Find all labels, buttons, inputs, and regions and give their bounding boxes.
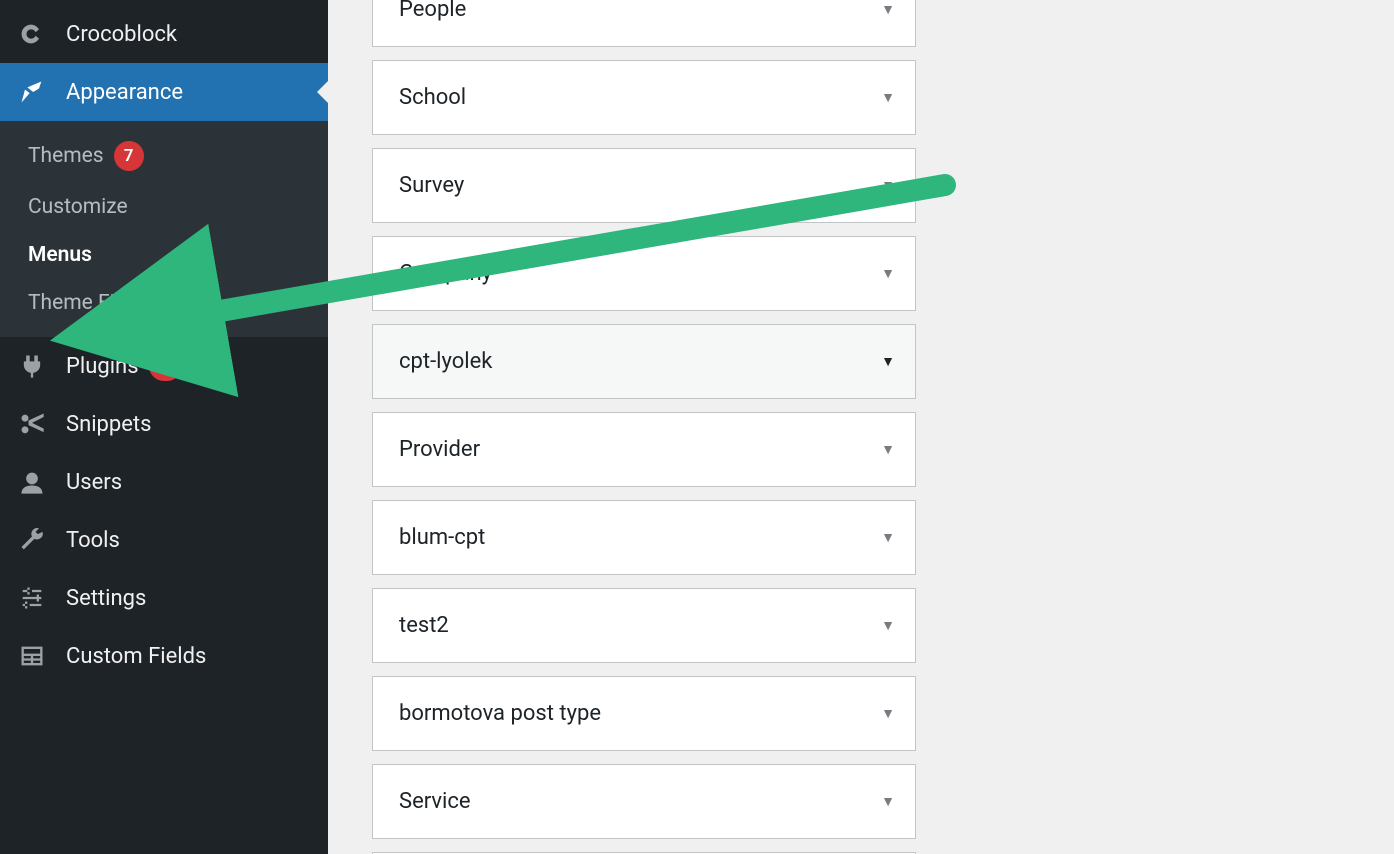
submenu-label-theme-file-editor: Theme File Editor <box>28 291 191 315</box>
metabox-label: Provider <box>399 437 480 462</box>
sidebar-label-tools: Tools <box>66 528 120 553</box>
submenu-label-menus: Menus <box>28 243 92 267</box>
metabox-label: cpt-lyolek <box>399 349 492 374</box>
submenu-item-themes[interactable]: Themes 7 <box>0 129 328 183</box>
metabox-label: People <box>399 0 466 22</box>
users-icon <box>18 467 54 497</box>
metabox-provider[interactable]: Provider ▼ <box>372 412 916 487</box>
metabox-label: test2 <box>399 613 449 638</box>
metabox-label: Company <box>399 261 492 286</box>
metabox-bormotova[interactable]: bormotova post type ▼ <box>372 676 916 751</box>
metabox-service[interactable]: Service ▼ <box>372 764 916 839</box>
sidebar-item-snippets[interactable]: Snippets <box>0 395 328 453</box>
chevron-down-icon: ▼ <box>881 177 895 194</box>
chevron-down-icon: ▼ <box>881 441 895 458</box>
sidebar-label-plugins: Plugins <box>66 354 139 379</box>
admin-sidebar: Crocoblock Appearance Themes 7 Customize… <box>0 0 328 854</box>
chevron-down-icon: ▼ <box>881 265 895 282</box>
sidebar-item-plugins[interactable]: Plugins 36 <box>0 337 328 395</box>
metabox-survey[interactable]: Survey ▼ <box>372 148 916 223</box>
crocoblock-icon <box>18 19 54 49</box>
tools-icon <box>18 525 54 555</box>
chevron-down-icon: ▼ <box>881 1 895 18</box>
metabox-list: People ▼ School ▼ Survey ▼ Company ▼ cpt… <box>372 0 916 854</box>
submenu-label-themes: Themes <box>28 144 104 168</box>
settings-icon <box>18 583 54 613</box>
submenu-item-customize[interactable]: Customize <box>0 183 328 231</box>
appearance-icon <box>18 77 54 107</box>
sidebar-label-snippets: Snippets <box>66 412 152 437</box>
sidebar-label-users: Users <box>66 470 122 495</box>
metabox-people[interactable]: People ▼ <box>372 0 916 47</box>
plugins-badge: 36 <box>149 351 182 381</box>
snippets-icon <box>18 409 54 439</box>
themes-badge: 7 <box>114 141 144 171</box>
metabox-label: Service <box>399 789 471 814</box>
metabox-test2[interactable]: test2 ▼ <box>372 588 916 663</box>
metabox-company[interactable]: Company ▼ <box>372 236 916 311</box>
appearance-submenu: Themes 7 Customize Menus Theme File Edit… <box>0 121 328 337</box>
chevron-down-icon: ▼ <box>881 529 895 546</box>
metabox-label: bormotova post type <box>399 701 601 726</box>
submenu-item-theme-file-editor[interactable]: Theme File Editor <box>0 279 328 327</box>
chevron-down-icon: ▼ <box>881 793 895 810</box>
chevron-down-icon: ▼ <box>881 89 895 106</box>
submenu-label-customize: Customize <box>28 195 128 219</box>
metabox-school[interactable]: School ▼ <box>372 60 916 135</box>
sidebar-label-custom-fields: Custom Fields <box>66 644 206 669</box>
sidebar-item-tools[interactable]: Tools <box>0 511 328 569</box>
sidebar-item-custom-fields[interactable]: Custom Fields <box>0 627 328 685</box>
sidebar-label-appearance: Appearance <box>66 80 183 105</box>
metabox-blum-cpt[interactable]: blum-cpt ▼ <box>372 500 916 575</box>
metabox-cpt-lyolek[interactable]: cpt-lyolek ▼ <box>372 324 916 399</box>
submenu-item-menus[interactable]: Menus <box>0 231 328 279</box>
chevron-down-icon: ▼ <box>881 353 895 370</box>
plugins-icon <box>18 351 54 381</box>
metabox-label: Survey <box>399 173 464 198</box>
sidebar-item-crocoblock[interactable]: Crocoblock <box>0 5 328 63</box>
metabox-label: School <box>399 85 466 110</box>
sidebar-item-settings[interactable]: Settings <box>0 569 328 627</box>
chevron-down-icon: ▼ <box>881 705 895 722</box>
sidebar-item-appearance[interactable]: Appearance <box>0 63 328 121</box>
custom-fields-icon <box>18 641 54 671</box>
sidebar-label-settings: Settings <box>66 586 146 611</box>
chevron-down-icon: ▼ <box>881 617 895 634</box>
content-area: People ▼ School ▼ Survey ▼ Company ▼ cpt… <box>328 0 1394 854</box>
metabox-label: blum-cpt <box>399 525 485 550</box>
sidebar-item-users[interactable]: Users <box>0 453 328 511</box>
sidebar-label-crocoblock: Crocoblock <box>66 22 177 47</box>
